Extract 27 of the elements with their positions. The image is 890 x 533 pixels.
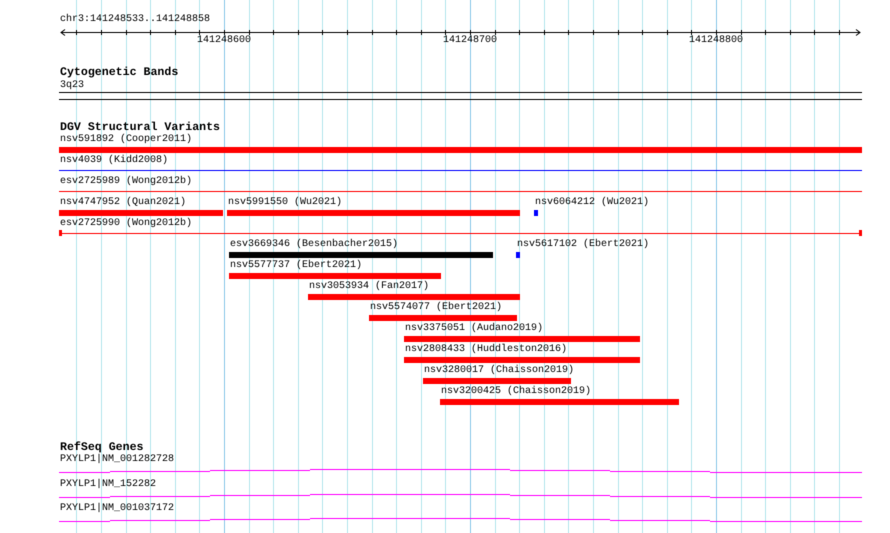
tick-label: 141248800 bbox=[689, 35, 744, 47]
track-title: RefSeq Genes bbox=[60, 442, 144, 454]
tick-label: 141248700 bbox=[443, 35, 498, 47]
variant-label: esv2725990 (Wong2012b) bbox=[60, 218, 192, 230]
variant-label: nsv3053934 (Fan2017) bbox=[309, 281, 430, 293]
variant-label: nsv6064212 (Wu2021) bbox=[535, 197, 650, 209]
track-title: Cytogenetic Bands bbox=[60, 67, 178, 79]
gene-label: PXYLP1|NM_001282728 bbox=[60, 454, 174, 466]
variant-label: nsv3375051 (Audano2019) bbox=[405, 323, 544, 335]
band-label: 3q23 bbox=[60, 80, 84, 92]
tick-label: 141248600 bbox=[197, 35, 252, 47]
track-title: DGV Structural Variants bbox=[60, 122, 220, 134]
location-label: chr3:141248533..141248858 bbox=[60, 14, 210, 26]
variant-label: nsv5574077 (Ebert2021) bbox=[370, 302, 502, 314]
variant-label: nsv3200425 (Chaisson2019) bbox=[441, 386, 592, 398]
variant-label: esv3669346 (Besenbacher2015) bbox=[230, 239, 398, 251]
variant-label: nsv2808433 (Huddleston2016) bbox=[405, 344, 568, 356]
variant-label: nsv4039 (Kidd2008) bbox=[60, 155, 168, 167]
variant-label: nsv3280017 (Chaisson2019) bbox=[424, 365, 574, 377]
gene-label: PXYLP1|NM_001037172 bbox=[60, 503, 174, 515]
variant-label: nsv4747952 (Quan2021) bbox=[60, 197, 186, 209]
variant-label: nsv591892 (Cooper2011) bbox=[60, 134, 192, 146]
variant-label: nsv5617102 (Ebert2021) bbox=[517, 239, 650, 251]
variant-label: nsv5991550 (Wu2021) bbox=[228, 197, 342, 209]
variant-label: nsv5577737 (Ebert2021) bbox=[230, 260, 362, 272]
gene-label: PXYLP1|NM_152282 bbox=[60, 479, 156, 491]
variant-label: esv2725989 (Wong2012b) bbox=[60, 176, 192, 188]
